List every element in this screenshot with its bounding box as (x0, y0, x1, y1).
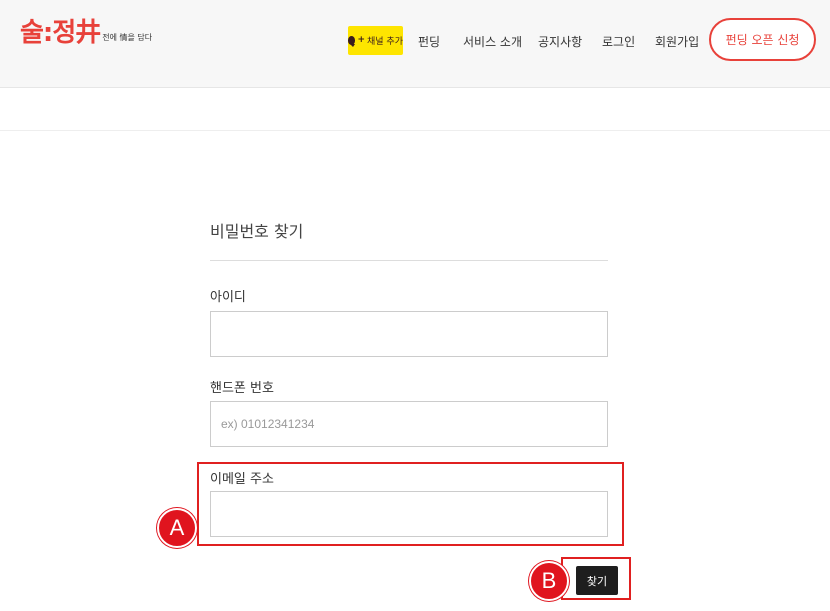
nav-service-intro[interactable]: 서비스 소개 (463, 33, 522, 50)
user-id-label: 아이디 (210, 290, 246, 305)
kakao-channel-button[interactable]: + 채널 추가 (348, 26, 403, 55)
email-highlight-box (197, 462, 624, 546)
user-id-input[interactable] (210, 311, 608, 357)
find-button-highlight-box (561, 557, 631, 600)
nav-funding[interactable]: 펀딩 (418, 33, 440, 50)
kakao-talk-icon (348, 36, 356, 47)
section-divider (0, 130, 830, 131)
logo[interactable]: 술:정井 전에 情을 담다 (20, 18, 152, 48)
logo-text: 술:정井 (20, 18, 101, 48)
nav-signup[interactable]: 회원가입 (655, 33, 699, 50)
kakao-channel-label: 채널 추가 (367, 37, 403, 47)
title-divider (210, 260, 608, 261)
phone-input[interactable] (210, 401, 608, 447)
marker-a: A (157, 508, 197, 548)
marker-b: B (529, 561, 569, 601)
logo-subtext: 전에 情을 담다 (102, 33, 153, 42)
nav-login[interactable]: 로그인 (602, 33, 635, 50)
page-title: 비밀번호 찾기 (210, 222, 304, 241)
open-funding-button[interactable]: 펀딩 오픈 신청 (709, 18, 816, 61)
site-header: 술:정井 전에 情을 담다 + 채널 추가 펀딩 서비스 소개 공지사항 로그인… (0, 0, 830, 88)
plus-icon: + (357, 35, 366, 45)
nav-notice[interactable]: 공지사항 (538, 33, 582, 50)
phone-label: 핸드폰 번호 (210, 381, 274, 396)
